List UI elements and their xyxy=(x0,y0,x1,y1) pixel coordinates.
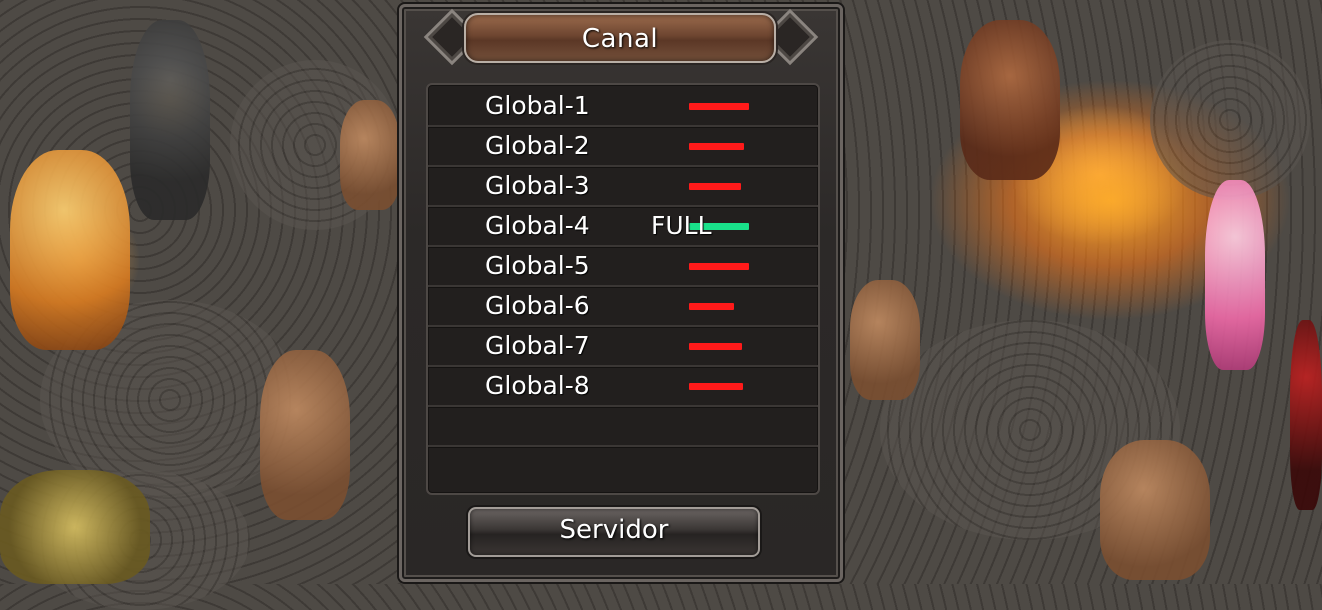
channel-row-global-4[interactable]: Global-4 FULL xyxy=(428,207,818,247)
character-sprite xyxy=(1100,440,1210,580)
channel-status: FULL xyxy=(651,211,712,240)
character-sprite xyxy=(10,150,130,350)
channel-name: Global-7 xyxy=(485,331,590,360)
channel-row-global-7[interactable]: Global-7 xyxy=(428,327,818,367)
character-sprite xyxy=(1290,320,1322,510)
channel-name: Global-2 xyxy=(485,131,590,160)
channel-name: Global-3 xyxy=(485,171,590,200)
channel-load-bar xyxy=(689,103,749,110)
empty-row xyxy=(428,447,818,485)
channel-row-global-3[interactable]: Global-3 xyxy=(428,167,818,207)
channel-row-global-8[interactable]: Global-8 xyxy=(428,367,818,407)
channel-row-global-6[interactable]: Global-6 xyxy=(428,287,818,327)
channel-dialog: Canal Global-1 Global-2 Global-3 Global-… xyxy=(399,4,843,582)
character-sprite xyxy=(340,100,400,210)
channel-name: Global-4 xyxy=(485,211,590,240)
channel-row-global-2[interactable]: Global-2 xyxy=(428,127,818,167)
channel-name: Global-8 xyxy=(485,371,590,400)
channel-name: Global-6 xyxy=(485,291,590,320)
channel-row-global-5[interactable]: Global-5 xyxy=(428,247,818,287)
character-sprite xyxy=(960,20,1060,180)
channel-load-bar xyxy=(689,143,744,150)
floor-tile xyxy=(1150,40,1310,200)
channel-name: Global-1 xyxy=(485,91,590,120)
character-sprite xyxy=(0,470,150,584)
channel-load-bar xyxy=(689,183,741,190)
character-sprite xyxy=(1205,180,1265,370)
channel-load-bar xyxy=(689,383,743,390)
empty-row xyxy=(428,407,818,447)
channel-row-global-1[interactable]: Global-1 xyxy=(428,87,818,127)
server-button[interactable]: Servidor xyxy=(468,507,760,557)
dialog-title: Canal xyxy=(581,24,659,54)
dialog-title-bar: Canal xyxy=(464,13,776,63)
channel-name: Global-5 xyxy=(485,251,590,280)
server-button-label: Servidor xyxy=(559,515,669,545)
character-sprite xyxy=(850,280,920,400)
channel-load-bar xyxy=(689,303,734,310)
character-sprite xyxy=(130,20,210,220)
channel-list: Global-1 Global-2 Global-3 Global-4 FULL… xyxy=(426,83,820,495)
channel-load-bar xyxy=(689,343,742,350)
character-sprite xyxy=(260,350,350,520)
channel-load-bar xyxy=(689,263,749,270)
